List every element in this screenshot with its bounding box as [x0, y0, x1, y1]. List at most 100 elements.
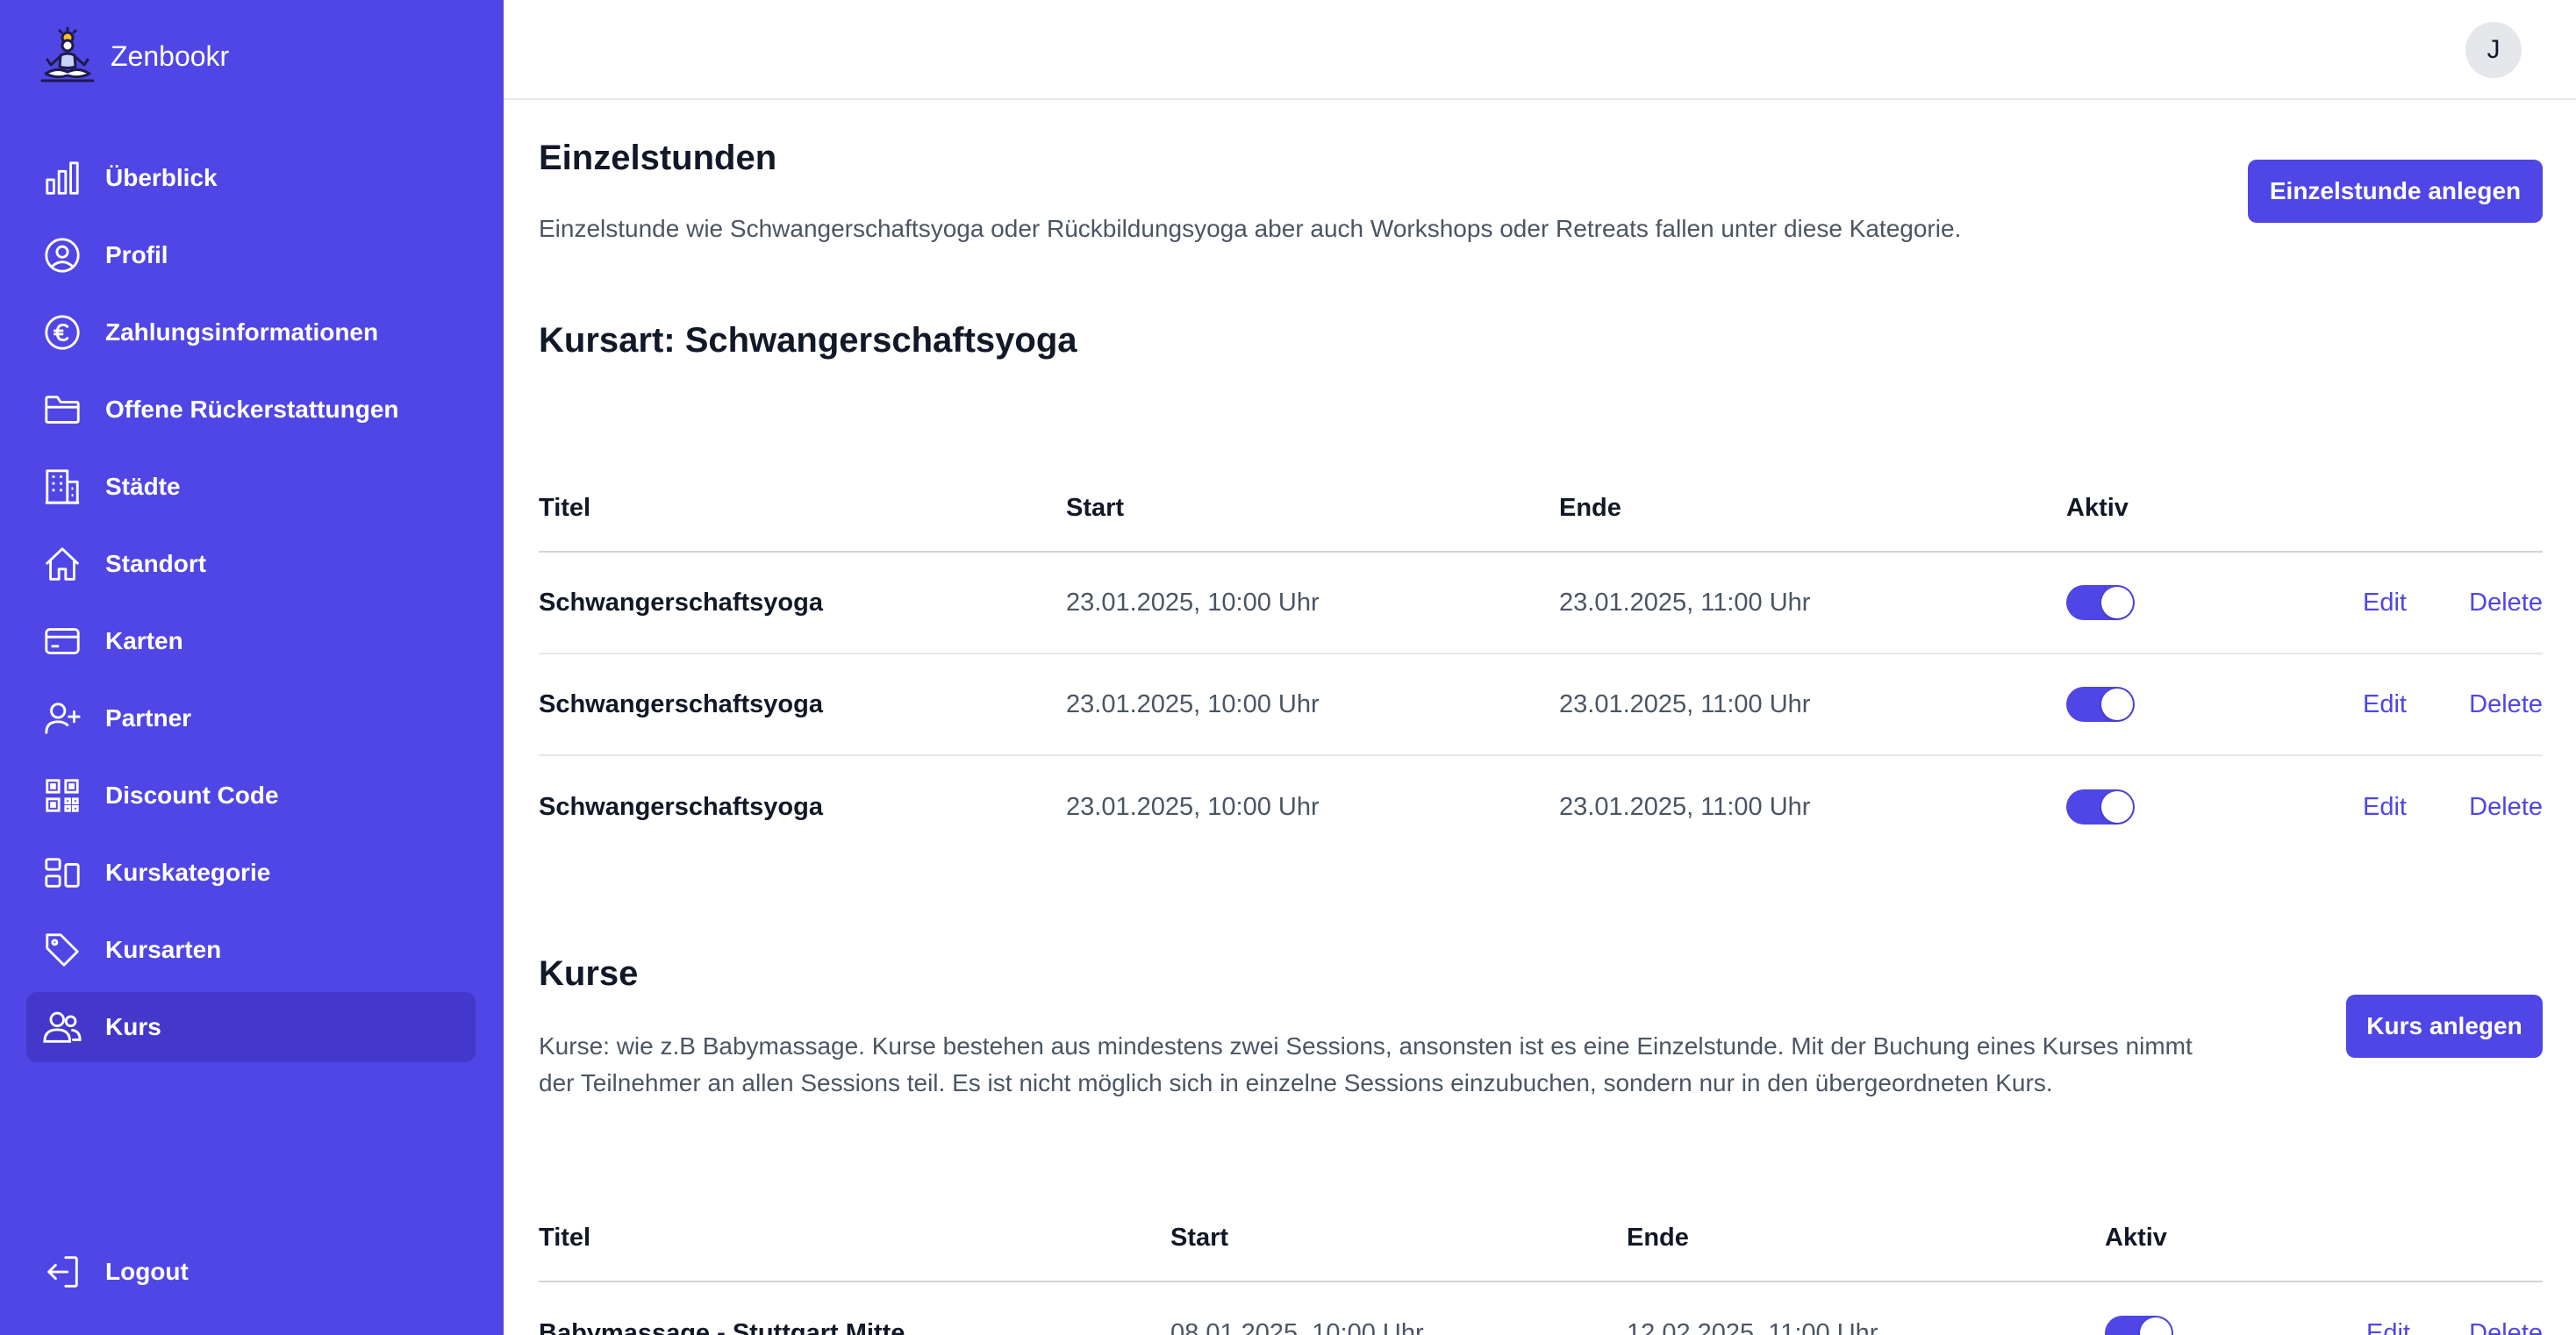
edit-link[interactable]: Edit [2366, 1319, 2410, 1335]
row-end: 23.01.2025, 11:00 Uhr [1559, 792, 1811, 821]
brand-name: Zenbookr [111, 39, 230, 72]
sidebar-item-label: Partner [105, 704, 192, 732]
sidebar-item-label: Profil [105, 241, 168, 268]
einzelstunden-description: Einzelstunde wie Schwangerschaftsyoga od… [539, 215, 1962, 242]
active-toggle[interactable] [2105, 1316, 2173, 1335]
row-start: 23.01.2025, 10:00 Uhr [1066, 689, 1320, 718]
brand[interactable]: Zenbookr [39, 26, 229, 86]
table-row: Schwangerschaftsyoga 23.01.2025, 10:00 U… [539, 654, 2543, 756]
edit-cell: Edit [2319, 690, 2407, 719]
kurse-description-line2: der Teilnehmer an allen Sessions teil. E… [539, 1069, 2053, 1096]
logout-label: Logout [105, 1258, 189, 1285]
create-einzelstunde-button[interactable]: Einzelstunde anlegen [2248, 160, 2543, 223]
sidebar-item-staedte[interactable]: Städte [26, 452, 476, 522]
delete-cell: Delete [2407, 690, 2543, 719]
sidebar-item-zahlungsinformationen[interactable]: Zahlungsinformationen [26, 297, 476, 368]
user-circle-icon [42, 235, 82, 275]
sidebar-item-label: Offene Rückerstattungen [105, 396, 399, 423]
logout-button[interactable]: Logout [26, 1237, 476, 1307]
meditation-logo-icon [40, 26, 95, 82]
column-header-start: Start [1170, 1223, 1229, 1252]
sidebar-item-label: Discount Code [105, 782, 279, 809]
sidebar-nav: Überblick Profil Zahlungsinformationen O… [26, 143, 476, 1069]
avatar[interactable]: J [2465, 22, 2522, 78]
row-end: 23.01.2025, 11:00 Uhr [1559, 689, 1811, 718]
row-start: 23.01.2025, 10:00 Uhr [1066, 792, 1320, 821]
sidebar-item-label: Standort [105, 550, 207, 577]
table-row: Schwangerschaftsyoga 23.01.2025, 10:00 U… [539, 756, 2543, 858]
column-header-active: Aktiv [2105, 1223, 2167, 1252]
row-start: 23.01.2025, 10:00 Uhr [1066, 588, 1320, 617]
sidebar-item-discount-code[interactable]: Discount Code [26, 760, 476, 831]
sidebar-item-label: Kursarten [105, 936, 222, 963]
column-header-end: Ende [1627, 1223, 1689, 1252]
sidebar-item-label: Karten [105, 627, 183, 654]
column-header-title: Titel [539, 493, 591, 522]
toggle-knob [2140, 1317, 2172, 1335]
euro-icon [42, 312, 82, 353]
users-icon [42, 1007, 82, 1047]
sidebar-item-kurs[interactable]: Kurs [26, 992, 476, 1062]
kursart-title: Kursart: Schwangerschaftsyoga [539, 321, 1077, 360]
active-toggle[interactable] [2066, 585, 2135, 620]
top-bar: J [504, 0, 2576, 100]
column-header-end: Ende [1559, 493, 1621, 522]
active-toggle[interactable] [2066, 687, 2135, 722]
row-title: Babymassage - Stuttgart Mitte [539, 1318, 905, 1335]
sidebar-item-rueckerstattungen[interactable]: Offene Rückerstattungen [26, 375, 476, 445]
edit-link[interactable]: Edit [2363, 793, 2407, 821]
sidebar-item-karten[interactable]: Karten [26, 606, 476, 676]
create-kurs-button[interactable]: Kurs anlegen [2346, 995, 2543, 1058]
kurse-title: Kurse [539, 954, 639, 993]
row-title: Schwangerschaftsyoga [539, 689, 823, 718]
sidebar-item-kurskategorie[interactable]: Kurskategorie [26, 838, 476, 908]
sidebar-item-ueberblick[interactable]: Überblick [26, 143, 476, 213]
sidebar-item-label: Überblick [105, 164, 218, 191]
einzelstunden-table: Titel Start Ende Aktiv Schwangerschaftsy… [539, 465, 2543, 858]
sidebar-item-kursarten[interactable]: Kursarten [26, 915, 476, 985]
home-icon [42, 544, 82, 584]
delete-cell: Delete [2407, 793, 2543, 822]
edit-link[interactable]: Edit [2363, 690, 2407, 718]
sidebar-item-label: Zahlungsinformationen [105, 318, 379, 346]
user-plus-icon [42, 698, 82, 739]
delete-link[interactable]: Delete [2469, 589, 2543, 617]
tag-icon [42, 930, 82, 970]
delete-link[interactable]: Delete [2469, 690, 2543, 718]
toggle-knob [2101, 791, 2133, 823]
sidebar-item-standort[interactable]: Standort [26, 529, 476, 599]
row-start: 08.01.2025, 10:00 Uhr [1170, 1318, 1424, 1335]
sidebar-item-label: Städte [105, 473, 181, 500]
building-icon [42, 467, 82, 507]
logout-section: Logout [26, 1237, 476, 1314]
active-toggle-cell [2105, 1316, 2322, 1335]
logout-icon [42, 1252, 82, 1292]
table-row: Schwangerschaftsyoga 23.01.2025, 10:00 U… [539, 553, 2543, 654]
active-toggle-cell [2066, 687, 2319, 722]
active-toggle[interactable] [2066, 789, 2135, 825]
delete-cell: Delete [2410, 1319, 2543, 1335]
table-header: Titel Start Ende Aktiv [539, 465, 2543, 553]
kurse-description-line1: Kurse: wie z.B Babymassage. Kurse besteh… [539, 1032, 2193, 1060]
delete-link[interactable]: Delete [2469, 1319, 2543, 1335]
main-content: Einzelstunden Einzelstunde wie Schwanger… [539, 100, 2543, 1335]
folder-icon [42, 389, 82, 430]
delete-link[interactable]: Delete [2469, 793, 2543, 821]
einzelstunden-title: Einzelstunden [539, 139, 777, 177]
squares-icon [42, 853, 82, 893]
toggle-knob [2101, 689, 2133, 720]
edit-link[interactable]: Edit [2363, 589, 2407, 617]
delete-cell: Delete [2407, 589, 2543, 618]
row-title: Schwangerschaftsyoga [539, 792, 823, 821]
kurse-table: Titel Start Ende Aktiv Babymassage - Stu… [539, 1195, 2543, 1335]
active-toggle-cell [2066, 789, 2319, 825]
qr-code-icon [42, 775, 82, 816]
column-header-active: Aktiv [2066, 493, 2129, 522]
active-toggle-cell [2066, 585, 2319, 620]
row-title: Schwangerschaftsyoga [539, 588, 823, 617]
credit-card-icon [42, 621, 82, 661]
edit-cell: Edit [2319, 589, 2407, 618]
column-header-title: Titel [539, 1223, 591, 1252]
sidebar-item-profil[interactable]: Profil [26, 220, 476, 290]
sidebar-item-partner[interactable]: Partner [26, 683, 476, 753]
